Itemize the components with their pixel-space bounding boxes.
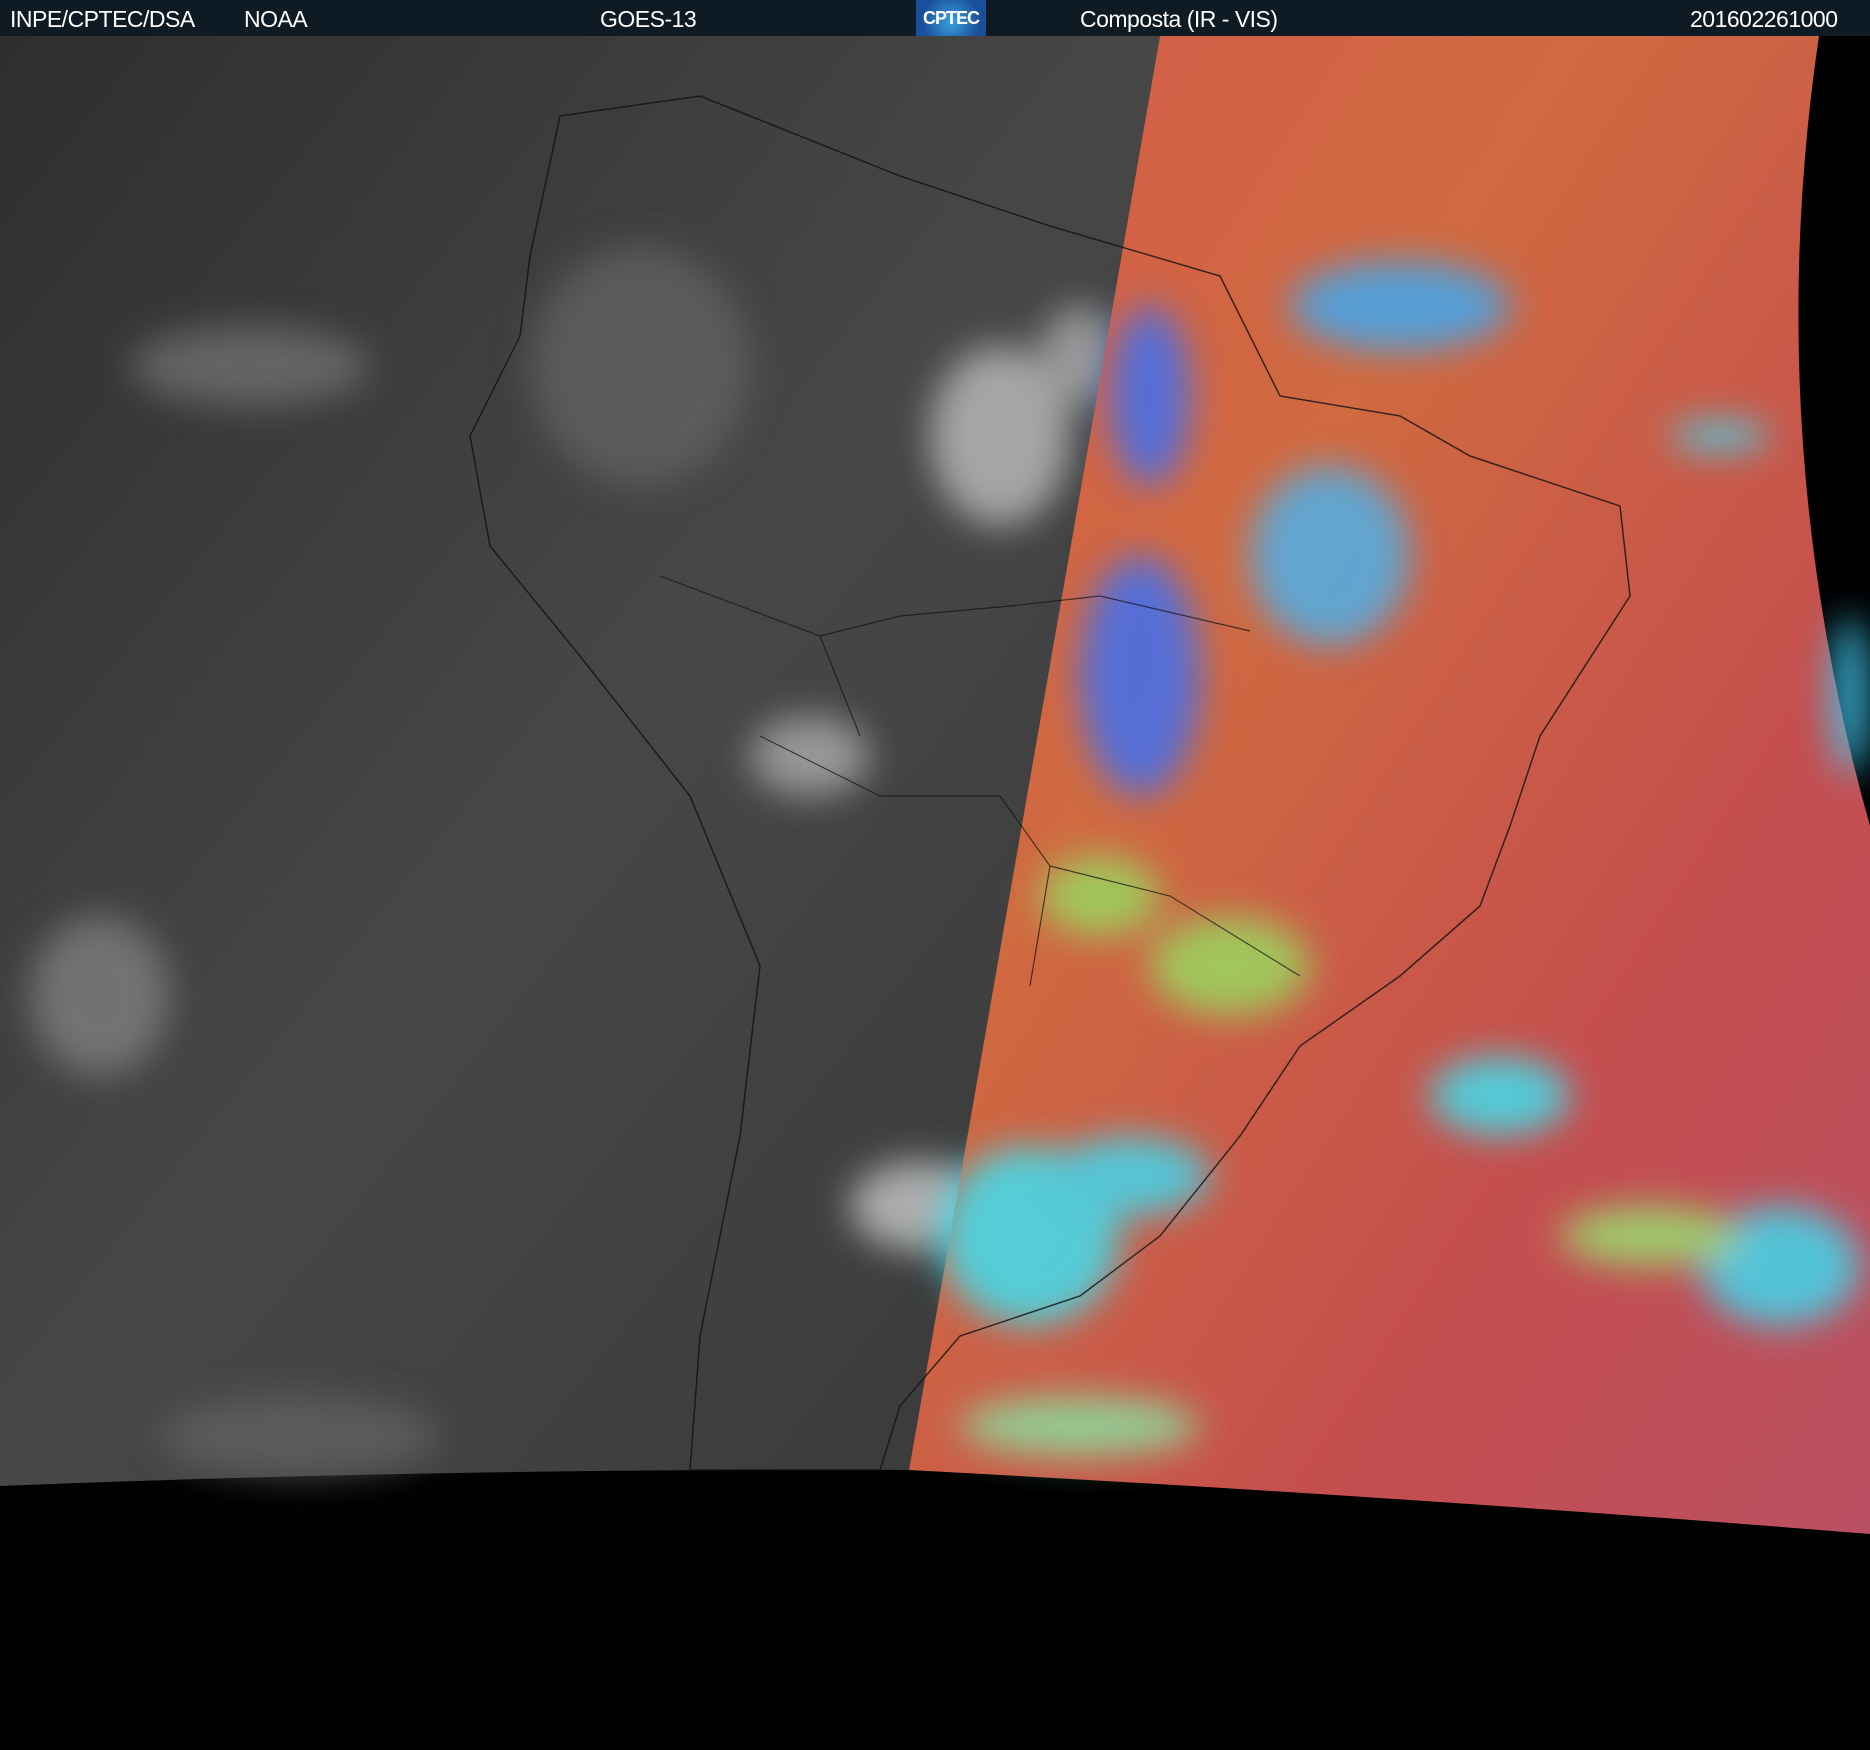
institution-label: INPE/CPTEC/DSA <box>10 6 195 32</box>
cptec-logo: CPTEC <box>916 0 986 36</box>
timestamp-label: 201602261000 <box>1690 6 1838 32</box>
agency-label: NOAA <box>244 6 308 32</box>
satellite-label: GOES-13 <box>600 6 697 32</box>
satellite-image <box>0 36 1870 1534</box>
product-label: Composta (IR - VIS) <box>1080 6 1278 32</box>
header-bar: INPE/CPTEC/DSA NOAA GOES-13 CPTEC Compos… <box>0 0 1870 36</box>
logo-text: CPTEC <box>922 7 980 28</box>
